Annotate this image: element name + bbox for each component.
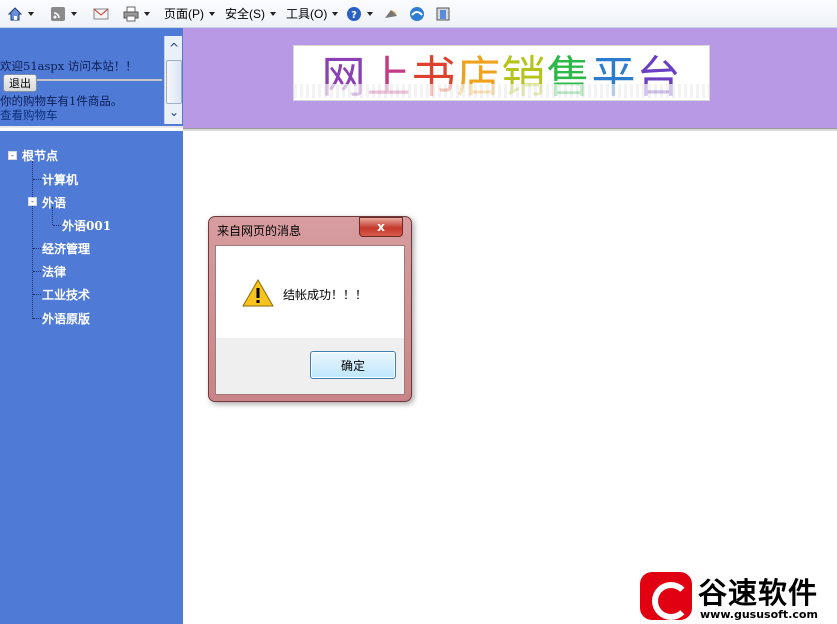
chevron-down-icon[interactable] — [28, 11, 34, 16]
dialog-title: 来自网页的消息 — [217, 224, 302, 238]
printer-icon — [123, 6, 139, 21]
tree-node-economy[interactable]: 经济管理 — [42, 240, 90, 257]
home-button[interactable] — [4, 3, 37, 25]
print-button[interactable] — [120, 3, 153, 25]
ok-button[interactable]: 确定 — [310, 351, 396, 379]
research-button[interactable] — [380, 3, 402, 25]
chevron-down-icon — [209, 11, 215, 16]
messenger-icon — [410, 6, 425, 21]
scroll-down-icon[interactable]: ⌄ — [166, 102, 182, 122]
view-cart-link[interactable]: 查看购物车 — [0, 107, 163, 123]
dialog-body: 结帐成功！！！ 确定 — [215, 245, 405, 395]
dialog-footer: 确定 — [216, 338, 404, 394]
tree-line — [32, 161, 33, 319]
tree-node-original[interactable]: 外语原版 — [42, 310, 90, 327]
page-menu-label: 页面(P) — [164, 7, 204, 21]
site-banner: 网上书店销售平台 — [183, 28, 837, 128]
tree-line — [33, 248, 41, 249]
tree-node-law[interactable]: 法律 — [42, 263, 66, 280]
welcome-text: 欢迎51aspx 访问本站！！ — [0, 59, 137, 73]
banner-reflection — [294, 84, 709, 98]
tree-node-foreign[interactable]: 外语 — [42, 194, 66, 211]
chevron-down-icon[interactable] — [367, 11, 374, 16]
safety-menu[interactable]: 安全(S) — [222, 3, 279, 25]
logout-button[interactable]: 退出 — [3, 74, 37, 92]
page-menu[interactable]: 页面(P) — [161, 3, 218, 25]
mail-button[interactable] — [90, 3, 112, 25]
warning-icon — [242, 278, 274, 307]
banner-title: 网上书店销售平台 — [293, 45, 710, 101]
mail-icon — [93, 8, 109, 19]
category-tree: - 根节点 计算机 - 外语 外语001 经济管理 法律 工业技术 外语原版 — [0, 131, 183, 624]
bluetooth-button[interactable] — [432, 3, 454, 25]
research-icon — [385, 9, 398, 18]
close-icon: x — [377, 220, 385, 234]
dialog-message: 结帐成功！！！ — [283, 288, 368, 302]
tools-menu[interactable]: 工具(O) — [283, 3, 341, 25]
tree-line — [53, 225, 61, 226]
tree-node-foreign001[interactable]: 外语001 — [62, 217, 111, 234]
tree-node-root[interactable]: 根节点 — [22, 147, 58, 164]
watermark-url: www.gususoft.com — [700, 608, 818, 621]
tree-line — [33, 179, 41, 180]
tree-line — [33, 294, 41, 295]
collapse-icon[interactable]: - — [8, 151, 17, 160]
tree-node-industry[interactable]: 工业技术 — [42, 286, 90, 303]
tools-menu-label: 工具(O) — [286, 7, 328, 21]
svg-text:?: ? — [351, 10, 357, 21]
vertical-scrollbar[interactable]: ^ ⌄ — [164, 36, 182, 124]
scroll-thumb[interactable] — [166, 60, 182, 104]
help-icon: ? — [347, 6, 362, 21]
tree-line — [33, 271, 41, 272]
tree-line — [52, 207, 53, 225]
watermark: 谷速软件 www.gususoft.com — [640, 568, 837, 624]
brand-logo-icon — [640, 572, 692, 620]
chevron-down-icon — [270, 11, 276, 16]
tree-node-computer[interactable]: 计算机 — [42, 171, 78, 188]
help-button[interactable]: ? — [343, 3, 376, 25]
tree-line — [33, 318, 41, 319]
home-icon — [7, 6, 23, 20]
user-panel: 欢迎51aspx 访问本站！！ 退出 你的购物车有1件商品。 查看购物车 ^ ⌄ — [0, 28, 183, 128]
feeds-button[interactable] — [47, 3, 80, 25]
collapse-icon[interactable]: - — [28, 197, 37, 206]
scroll-up-icon[interactable]: ^ — [166, 38, 182, 58]
watermark-name: 谷速软件 — [698, 576, 819, 610]
close-button[interactable]: x — [359, 217, 403, 237]
alert-dialog: 来自网页的消息 x 结帐成功！！！ 确定 — [208, 216, 412, 402]
messenger-button[interactable] — [406, 3, 428, 25]
chevron-down-icon — [332, 11, 339, 16]
tools-icon — [436, 7, 450, 20]
chevron-down-icon[interactable] — [144, 11, 150, 16]
feed-icon — [51, 6, 65, 21]
chevron-down-icon[interactable] — [71, 11, 77, 16]
safety-menu-label: 安全(S) — [225, 7, 265, 21]
browser-command-bar: 页面(P) 安全(S) 工具(O) ? — [0, 0, 837, 28]
